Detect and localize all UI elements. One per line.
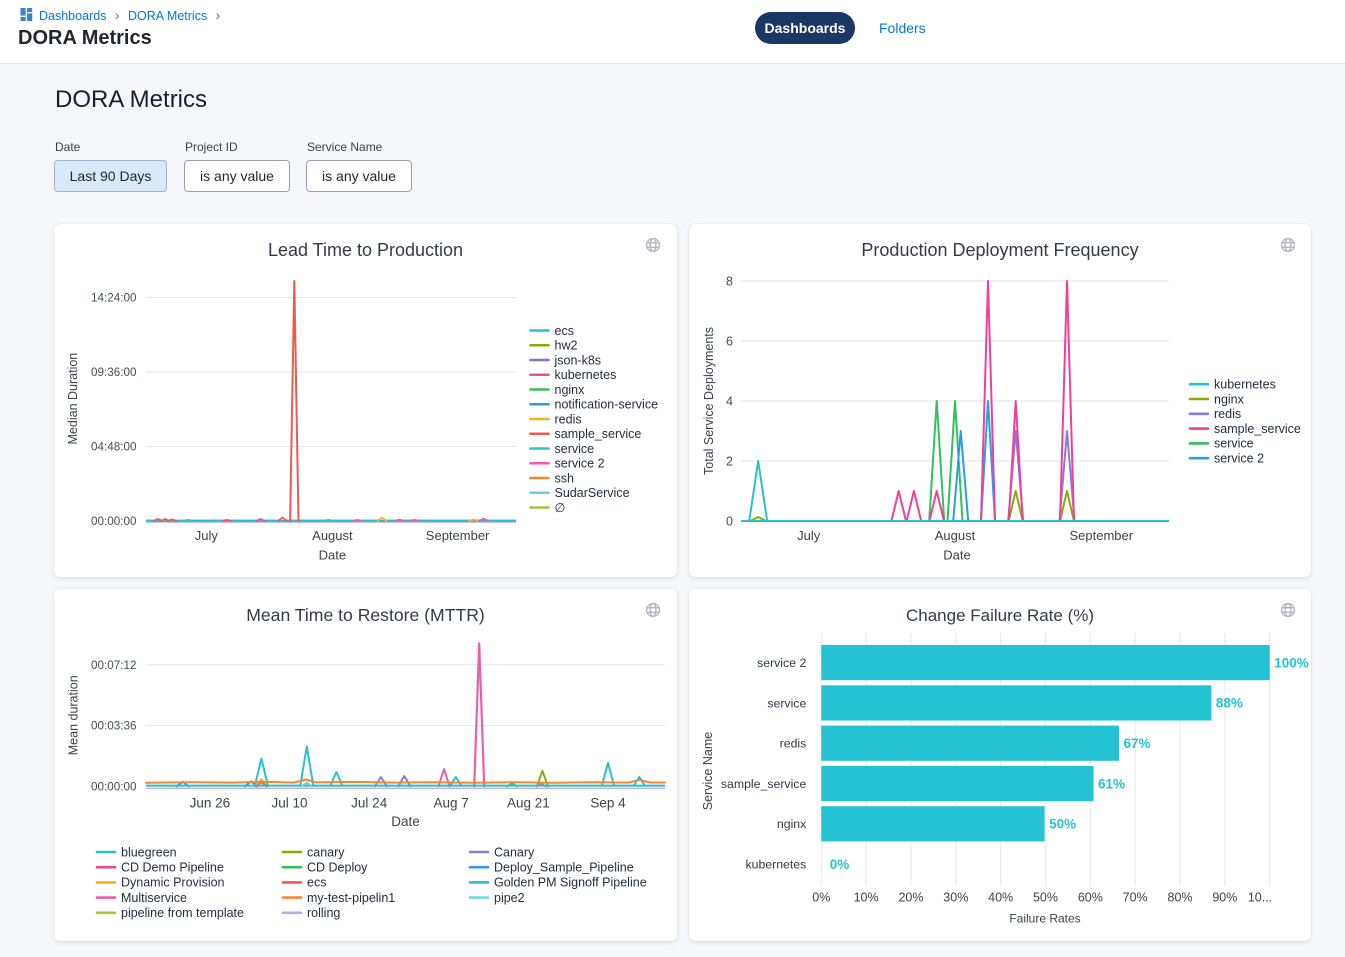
svg-text:sample_service: sample_service <box>1214 422 1301 436</box>
svg-text:kubernetes: kubernetes <box>555 368 617 382</box>
svg-text:CD Deploy: CD Deploy <box>307 861 368 875</box>
svg-text:Service Name: Service Name <box>701 732 715 811</box>
svg-text:10%: 10% <box>854 891 879 905</box>
svg-text:August: August <box>312 528 353 543</box>
svg-text:Sep 4: Sep 4 <box>590 796 626 811</box>
svg-text:sample_service: sample_service <box>555 427 642 441</box>
svg-text:nginx: nginx <box>1214 392 1245 406</box>
svg-text:Canary: Canary <box>494 845 535 859</box>
svg-text:August: August <box>935 528 976 543</box>
svg-text:bluegreen: bluegreen <box>121 845 177 859</box>
svg-text:SudarService: SudarService <box>555 486 630 500</box>
svg-text:sample_service: sample_service <box>721 777 807 791</box>
svg-text:20%: 20% <box>898 891 923 905</box>
svg-text:70%: 70% <box>1123 891 1148 905</box>
svg-text:ssh: ssh <box>555 471 575 485</box>
svg-text:json-k8s: json-k8s <box>554 353 602 367</box>
svg-text:notification-service: notification-service <box>555 398 659 412</box>
svg-text:Failure Rates: Failure Rates <box>1009 912 1080 926</box>
svg-text:Golden PM Signoff Pipeline: Golden PM Signoff Pipeline <box>494 876 647 890</box>
svg-text:CD Demo Pipeline: CD Demo Pipeline <box>121 861 224 875</box>
svg-text:00:00:00: 00:00:00 <box>91 780 137 793</box>
svg-text:40%: 40% <box>988 891 1013 905</box>
svg-text:September: September <box>426 528 490 543</box>
svg-text:30%: 30% <box>943 891 968 905</box>
svg-text:2: 2 <box>726 455 733 469</box>
svg-text:Jul 24: Jul 24 <box>351 796 388 811</box>
svg-text:Total Service Deployments: Total Service Deployments <box>702 327 716 475</box>
svg-text:88%: 88% <box>1216 696 1243 711</box>
svg-text:∅: ∅ <box>555 501 566 515</box>
svg-text:pipeline from template: pipeline from template <box>121 906 244 920</box>
svg-text:canary: canary <box>307 845 345 859</box>
svg-text:my-test-pipelin1: my-test-pipelin1 <box>307 891 395 905</box>
svg-text:04:48:00: 04:48:00 <box>91 441 137 454</box>
svg-text:service 2: service 2 <box>757 656 806 670</box>
svg-text:Date: Date <box>391 814 420 829</box>
svg-text:ecs: ecs <box>307 876 326 890</box>
svg-text:Aug 21: Aug 21 <box>507 796 550 811</box>
svg-text:Lead Time to Production: Lead Time to Production <box>268 240 463 260</box>
svg-text:redis: redis <box>780 737 807 751</box>
svg-text:09:36:00: 09:36:00 <box>91 366 137 379</box>
svg-text:service 2: service 2 <box>1214 452 1264 466</box>
svg-text:8: 8 <box>726 275 733 289</box>
svg-text:ecs: ecs <box>555 324 574 338</box>
svg-text:0%: 0% <box>830 857 850 872</box>
svg-text:0%: 0% <box>812 891 830 905</box>
svg-text:67%: 67% <box>1124 736 1151 751</box>
svg-text:50%: 50% <box>1033 891 1058 905</box>
svg-text:80%: 80% <box>1168 891 1193 905</box>
svg-text:Median Duration: Median Duration <box>66 353 80 445</box>
svg-text:Date: Date <box>319 548 346 563</box>
svg-text:redis: redis <box>1214 407 1241 421</box>
svg-text:50%: 50% <box>1049 817 1076 832</box>
svg-text:14:24:00: 14:24:00 <box>91 292 137 305</box>
svg-text:hw2: hw2 <box>555 339 578 353</box>
svg-text:Mean Time to Restore (MTTR): Mean Time to Restore (MTTR) <box>246 605 485 625</box>
svg-text:pipe2: pipe2 <box>494 891 525 905</box>
svg-text:00:07:12: 00:07:12 <box>91 659 137 672</box>
svg-text:Change Failure Rate (%): Change Failure Rate (%) <box>906 606 1094 625</box>
svg-text:nginx: nginx <box>777 817 807 831</box>
svg-text:service: service <box>555 442 595 456</box>
svg-text:Jun 26: Jun 26 <box>190 796 231 811</box>
svg-text:July: July <box>797 528 821 543</box>
svg-text:61%: 61% <box>1098 776 1125 791</box>
svg-text:kubernetes: kubernetes <box>745 858 806 872</box>
svg-text:Deploy_Sample_Pipeline: Deploy_Sample_Pipeline <box>494 861 634 875</box>
svg-text:service 2: service 2 <box>555 457 605 471</box>
svg-text:redis: redis <box>555 412 582 426</box>
svg-text:service: service <box>1214 437 1254 451</box>
svg-text:00:00:00: 00:00:00 <box>91 515 137 528</box>
svg-text:0: 0 <box>726 515 733 529</box>
svg-text:Jul 10: Jul 10 <box>271 796 307 811</box>
svg-text:90%: 90% <box>1212 891 1237 905</box>
svg-text:rolling: rolling <box>307 906 340 920</box>
svg-text:60%: 60% <box>1078 891 1103 905</box>
svg-text:Aug 7: Aug 7 <box>433 796 468 811</box>
svg-text:Date: Date <box>943 548 970 563</box>
svg-text:nginx: nginx <box>555 383 586 397</box>
svg-text:6: 6 <box>726 335 733 349</box>
svg-text:10...: 10... <box>1248 891 1272 905</box>
svg-text:Production Deployment Frequenc: Production Deployment Frequency <box>861 240 1138 260</box>
svg-text:July: July <box>195 528 219 543</box>
svg-text:Mean duration: Mean duration <box>67 675 81 755</box>
svg-text:Dynamic Provision: Dynamic Provision <box>121 876 225 890</box>
svg-text:00:03:36: 00:03:36 <box>91 720 137 733</box>
svg-text:service: service <box>767 696 806 710</box>
svg-text:Multiservice: Multiservice <box>121 891 187 905</box>
svg-text:September: September <box>1070 528 1134 543</box>
svg-text:4: 4 <box>726 395 733 409</box>
svg-text:100%: 100% <box>1274 655 1309 670</box>
svg-text:kubernetes: kubernetes <box>1214 378 1276 392</box>
